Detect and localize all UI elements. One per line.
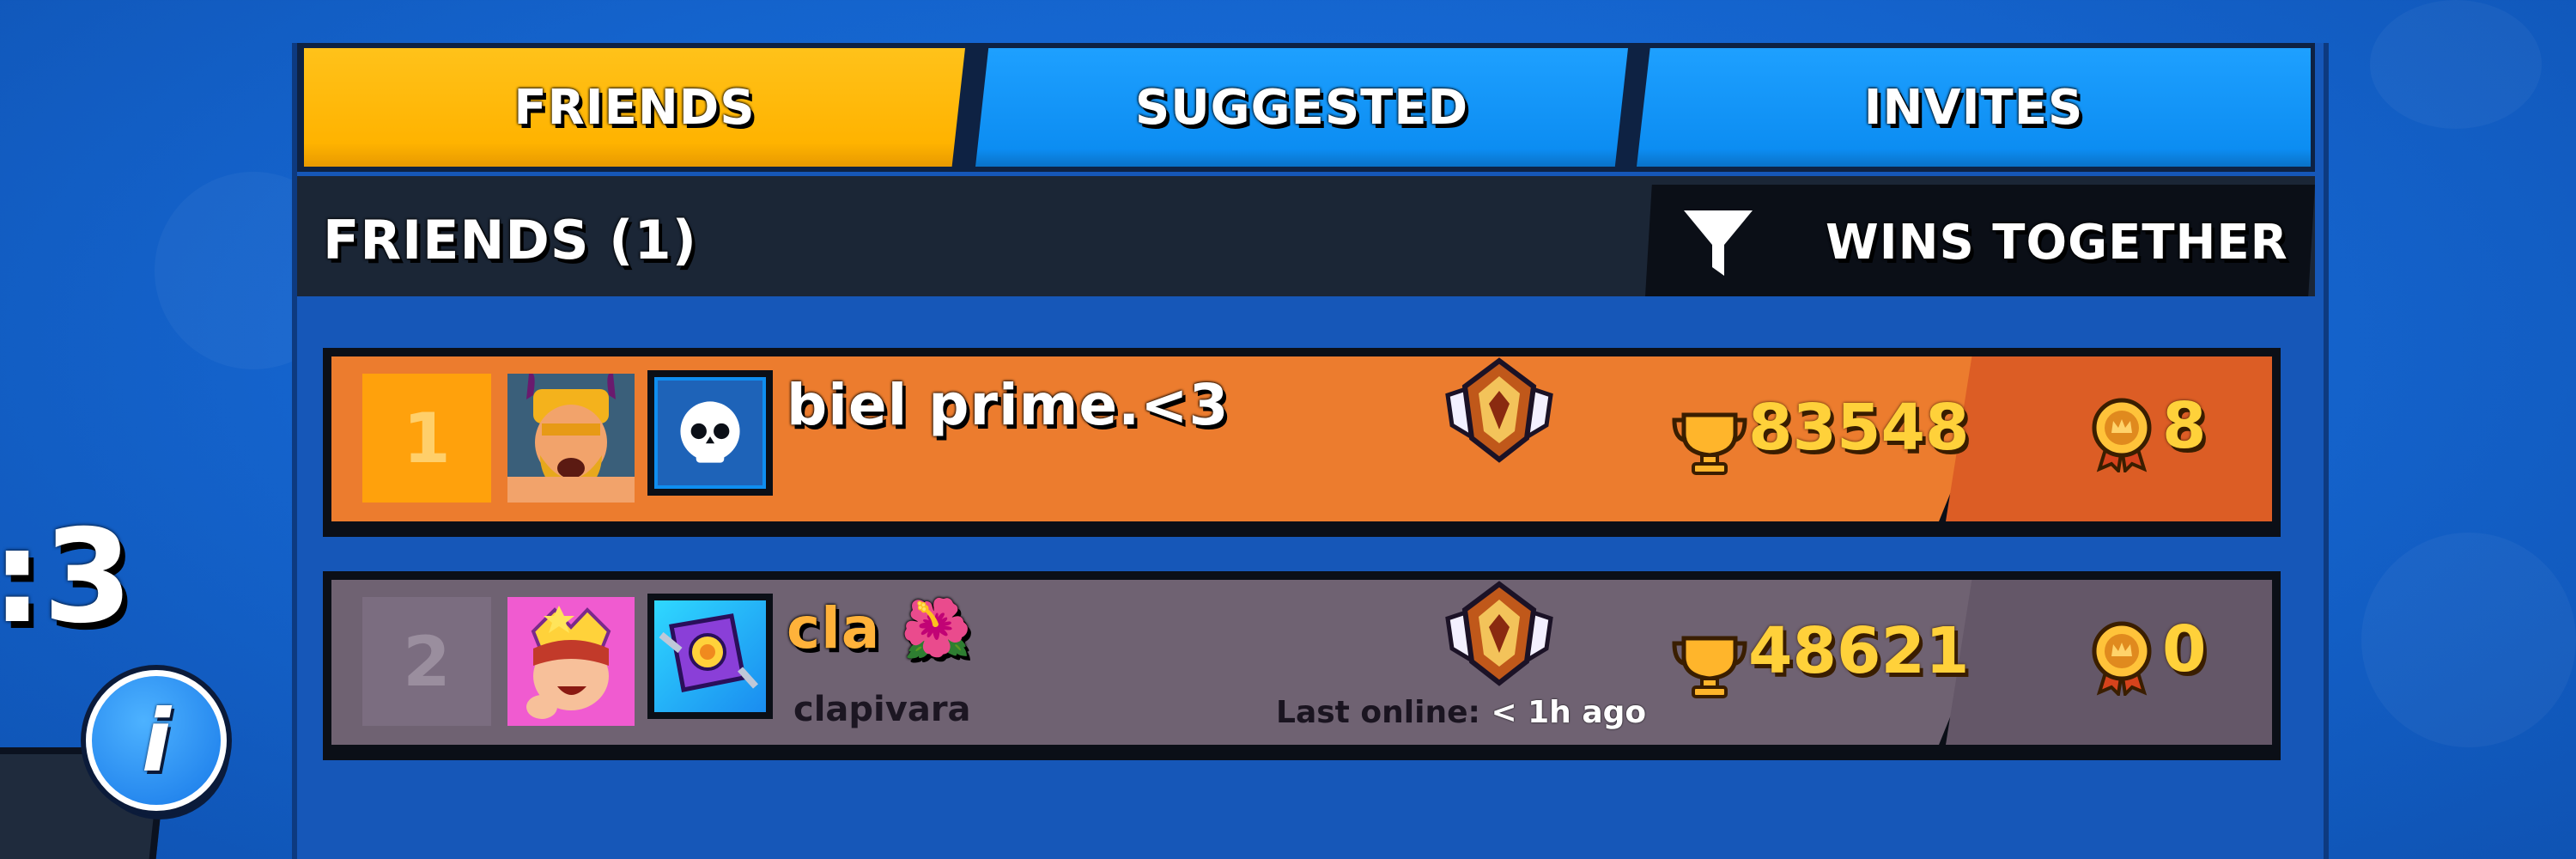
trophy-icon (1672, 636, 1747, 698)
trophy-icon (1672, 412, 1747, 475)
partial-name-text: :3 (0, 503, 133, 652)
tab-friends[interactable]: FRIENDS (304, 48, 965, 167)
wins-together-medal-icon (2092, 398, 2152, 472)
friend-name: biel prime.<3 (787, 372, 1230, 438)
info-button[interactable]: i (86, 670, 227, 811)
friend-trophy-count: 48621 (1748, 614, 1970, 688)
last-online-status: Last online: < 1h ago (1276, 695, 1646, 730)
background-skull-icon (2370, 0, 2542, 129)
barbarian-king-avatar-icon[interactable] (507, 374, 635, 503)
sort-wins-together-button[interactable]: WINS TOGETHER (1645, 185, 2315, 296)
friend-name: cla 🌺 (787, 595, 973, 661)
background-skull-icon (2361, 533, 2576, 747)
friend-rank-number: 2 (362, 597, 491, 726)
friend-row[interactable]: 2 cla 🌺 clapivara Last online: < 1h ago … (323, 571, 2281, 760)
sort-label: WINS TOGETHER (1826, 215, 2288, 271)
tab-bar: FRIENDS SUGGESTED INVITES (297, 43, 2315, 172)
friend-row[interactable]: 1 biel prime.<3 83548 8 (323, 348, 2281, 537)
purple-book-club-badge-icon[interactable] (647, 594, 773, 719)
last-online-label: Last online: (1276, 695, 1480, 730)
wins-together-count: 0 (2162, 612, 2207, 686)
filter-icon (1684, 210, 1753, 276)
friend-trophy-count: 83548 (1748, 391, 1970, 465)
masters-rank-emblem-icon (1445, 357, 1553, 463)
friends-panel: FRIENDS SUGGESTED INVITES FRIENDS (1) WI… (292, 43, 2329, 859)
tab-invites-label: INVITES (1863, 79, 2084, 136)
tab-invites[interactable]: INVITES (1637, 48, 2311, 167)
friend-tag: clapivara (793, 690, 971, 729)
tab-suggested-label: SUGGESTED (1134, 79, 1469, 136)
masters-rank-emblem-icon (1445, 581, 1553, 686)
tab-suggested[interactable]: SUGGESTED (975, 48, 1628, 167)
last-online-value: < 1h ago (1491, 695, 1647, 730)
princess-avatar-icon[interactable] (507, 597, 635, 726)
tab-friends-label: FRIENDS (513, 79, 756, 136)
friends-count-label: FRIENDS (1) (323, 209, 697, 271)
friends-header-bar: FRIENDS (1) WINS TOGETHER (297, 176, 2315, 296)
wins-together-count: 8 (2162, 389, 2207, 463)
friend-rank-number: 1 (362, 374, 491, 503)
info-icon: i (141, 690, 172, 791)
skull-club-badge-icon[interactable] (647, 370, 773, 496)
wins-together-medal-icon (2092, 621, 2152, 696)
